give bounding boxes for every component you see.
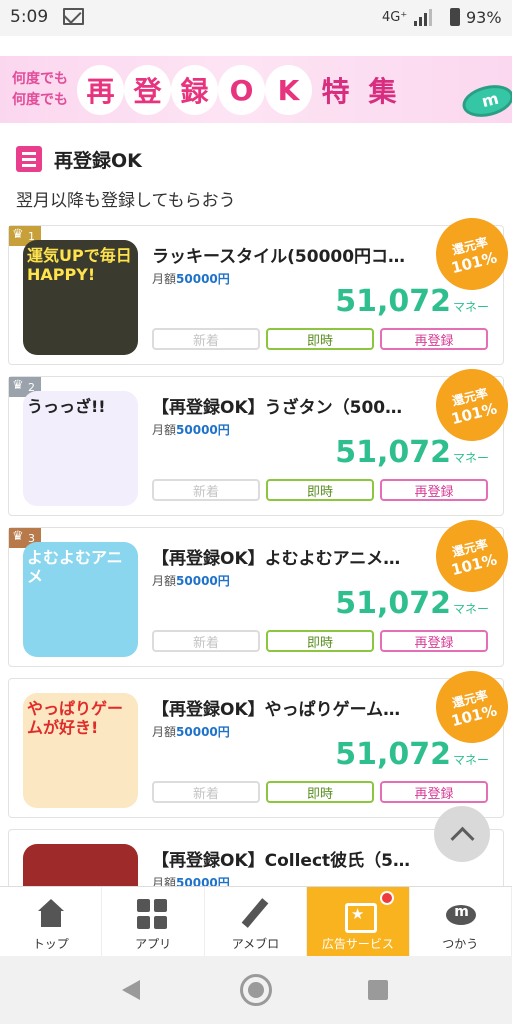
nav-apps[interactable]: アプリ <box>102 887 205 957</box>
nav-top[interactable]: トップ <box>0 887 103 957</box>
tag-reregister: 再登録 <box>380 328 488 350</box>
nav-label: アプリ <box>135 937 172 951</box>
thumbnail-text: よむよむアニメ <box>27 548 123 587</box>
home-icon <box>35 899 67 929</box>
reward-number: 51,072 <box>335 284 451 319</box>
banner-sub-line: 何度でも <box>12 71 68 87</box>
pen-icon <box>239 899 271 929</box>
notification-dot <box>380 891 395 905</box>
app-thumbnail: よむよむアニメ <box>23 542 138 657</box>
battery-percent: 93% <box>466 8 502 27</box>
recents-icon[interactable] <box>368 980 388 1000</box>
reward-number: 51,072 <box>335 435 451 470</box>
nav-label: アメブロ <box>231 937 280 951</box>
bottom-nav: トップ アプリ アメブロ 広告サービス つかう <box>0 886 512 957</box>
home-button-icon[interactable] <box>240 974 272 1006</box>
reward-number: 51,072 <box>335 737 451 772</box>
tag-new: 新着 <box>152 328 260 350</box>
nav-label: 広告サービス <box>321 937 394 951</box>
section-title: 再登録OK <box>54 149 142 172</box>
nav-ad-service[interactable]: 広告サービス <box>307 887 410 957</box>
app-thumbnail: 運気UPで毎日HAPPY! <box>23 240 138 355</box>
banner-char: 再 <box>80 68 121 112</box>
coin-icon: m <box>459 80 512 122</box>
list-item[interactable]: 2 うっっざ!!【再登録OK】うざタン（500…月額50000円 51,072 … <box>8 361 512 516</box>
tag-instant: 即時 <box>266 781 374 803</box>
app-thumbnail: やっぱりゲームが好き! <box>23 693 138 808</box>
list-item[interactable]: やっぱりゲームが好き! 【再登録OK】やっぱりゲーム… 月額50000円 51,07… <box>8 663 512 818</box>
tag-reregister: 再登録 <box>380 630 488 652</box>
tag-new: 新着 <box>152 630 260 652</box>
tag-instant: 即時 <box>266 479 374 501</box>
monthly-price: 月額50000円 <box>152 725 230 739</box>
monthly-price: 月額50000円 <box>152 574 230 588</box>
thumbnail-text <box>23 844 138 856</box>
reward-unit: マネー <box>452 451 489 465</box>
battery-icon <box>450 8 460 26</box>
item-title: 【再登録OK】うざタン（500… <box>152 398 403 418</box>
tag-reregister: 再登録 <box>380 479 488 501</box>
nav-ameblo[interactable]: アメブロ <box>205 887 308 957</box>
status-time: 5:09 <box>10 7 49 27</box>
feature-banner[interactable]: 何度でも 何度でも 再 登 録 O K 特 集 m <box>0 56 512 123</box>
section-header: 再登録OK <box>16 146 142 172</box>
list-item[interactable]: 3 よむよむアニメ【再登録OK】よむよむアニメ…月額50000円 51,072 … <box>8 512 512 667</box>
banner-char: K <box>268 68 309 112</box>
tag-reregister: 再登録 <box>380 781 488 803</box>
scroll-to-top-button[interactable] <box>434 806 490 862</box>
app-thumbnail: うっっざ!! <box>23 391 138 506</box>
network-label: 4G⁺ <box>382 10 408 25</box>
list-item[interactable]: 1 運気UPで毎日HAPPY!ラッキースタイル(50000円コ…月額50000円… <box>8 210 512 365</box>
reward-unit: マネー <box>452 300 489 314</box>
tag-row: 新着 即時 再登録 <box>152 328 488 350</box>
banner-char: 録 <box>174 68 215 112</box>
banner-char: O <box>221 68 262 112</box>
back-icon[interactable] <box>122 980 140 1000</box>
nav-use[interactable]: つかう <box>410 887 512 957</box>
monthly-price: 月額50000円 <box>152 423 230 437</box>
tag-instant: 即時 <box>266 630 374 652</box>
status-bar: 5:09 4G⁺ 93% <box>0 0 512 36</box>
nav-label: つかう <box>442 937 479 951</box>
item-title: 【再登録OK】やっぱりゲーム… <box>152 700 401 720</box>
system-nav-bar <box>0 956 512 1024</box>
reward-unit: マネー <box>452 753 489 767</box>
section-description: 翌月以降も登録してもらおう <box>16 191 236 211</box>
tag-new: 新着 <box>152 479 260 501</box>
tag-row: 新着 即時 再登録 <box>152 781 488 803</box>
tag-row: 新着 即時 再登録 <box>152 630 488 652</box>
signal-icon <box>414 9 432 26</box>
item-title: 【再登録OK】よむよむアニメ… <box>152 549 401 569</box>
banner-char: 登 <box>127 68 168 112</box>
reward-number: 51,072 <box>335 586 451 621</box>
apps-icon <box>137 899 169 929</box>
thumbnail-text: やっぱりゲームが好き! <box>27 699 124 738</box>
star-box-icon <box>342 899 377 933</box>
banner-sub-line: 何度でも <box>12 92 68 108</box>
banner-title: 再 登 録 O K 特 集 <box>80 68 403 112</box>
coin-icon <box>444 899 477 929</box>
monthly-price: 月額50000円 <box>152 272 230 286</box>
tag-instant: 即時 <box>266 328 374 350</box>
item-title: 【再登録OK】Collect彼氏（5… <box>152 851 410 871</box>
mail-icon <box>63 8 84 25</box>
nav-label: トップ <box>32 937 69 951</box>
thumbnail-text: 運気UPで毎日HAPPY! <box>27 246 132 285</box>
item-title: ラッキースタイル(50000円コ… <box>152 247 406 267</box>
tag-new: 新着 <box>152 781 260 803</box>
list-icon <box>16 146 42 172</box>
banner-char: 集 <box>368 75 397 108</box>
banner-char: 特 <box>321 75 350 108</box>
reward-unit: マネー <box>452 602 489 616</box>
tag-row: 新着 即時 再登録 <box>152 479 488 501</box>
thumbnail-text: うっっざ!! <box>27 397 106 416</box>
